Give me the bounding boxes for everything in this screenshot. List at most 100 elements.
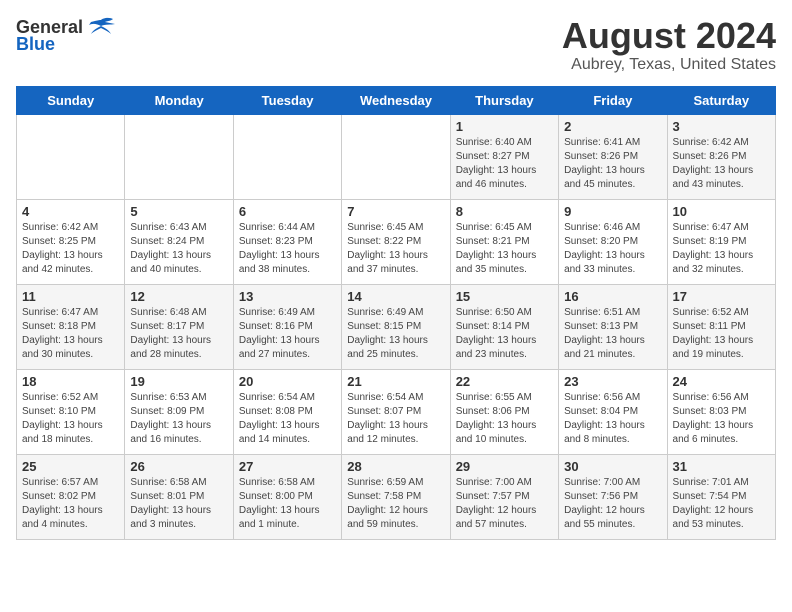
date-number: 14	[347, 289, 444, 304]
cell-details: Sunrise: 6:45 AMSunset: 8:21 PMDaylight:…	[456, 221, 553, 277]
calendar-week-5: 25 Sunrise: 6:57 AMSunset: 8:02 PMDayligh…	[17, 454, 776, 539]
header-row: SundayMondayTuesdayWednesdayThursdayFrid…	[17, 86, 776, 114]
calendar-cell: 4 Sunrise: 6:42 AMSunset: 8:25 PMDaylight…	[17, 199, 125, 284]
header-day-monday: Monday	[125, 86, 233, 114]
calendar-cell: 15 Sunrise: 6:50 AMSunset: 8:14 PMDayligh…	[450, 284, 558, 369]
cell-details: Sunrise: 6:49 AMSunset: 8:16 PMDaylight:…	[239, 306, 336, 362]
calendar-body: 1 Sunrise: 6:40 AMSunset: 8:27 PMDaylight…	[17, 114, 776, 539]
calendar-cell: 7 Sunrise: 6:45 AMSunset: 8:22 PMDaylight…	[342, 199, 450, 284]
cell-details: Sunrise: 6:54 AMSunset: 8:07 PMDaylight:…	[347, 391, 444, 447]
cell-details: Sunrise: 6:42 AMSunset: 8:25 PMDaylight:…	[22, 221, 119, 277]
calendar-week-2: 4 Sunrise: 6:42 AMSunset: 8:25 PMDaylight…	[17, 199, 776, 284]
calendar-cell: 13Sunrise: 6:49 AMSunset: 8:16 PMDayligh…	[233, 284, 341, 369]
calendar-cell: 22 Sunrise: 6:55 AMSunset: 8:06 PMDayligh…	[450, 369, 558, 454]
cell-details: Sunrise: 6:52 AMSunset: 8:11 PMDaylight:…	[673, 306, 770, 362]
calendar-cell: 10Sunrise: 6:47 AMSunset: 8:19 PMDayligh…	[667, 199, 775, 284]
cell-details: Sunrise: 6:56 AMSunset: 8:03 PMDaylight:…	[673, 391, 770, 447]
date-number: 29	[456, 459, 553, 474]
calendar-cell: 8 Sunrise: 6:45 AMSunset: 8:21 PMDaylight…	[450, 199, 558, 284]
calendar-cell: 25 Sunrise: 6:57 AMSunset: 8:02 PMDayligh…	[17, 454, 125, 539]
cell-details: Sunrise: 7:00 AMSunset: 7:56 PMDaylight:…	[564, 476, 661, 532]
cell-details: Sunrise: 6:53 AMSunset: 8:09 PMDaylight:…	[130, 391, 227, 447]
date-number: 5	[130, 204, 227, 219]
header-day-thursday: Thursday	[450, 86, 558, 114]
date-number: 15	[456, 289, 553, 304]
date-number: 1	[456, 119, 553, 134]
cell-details: Sunrise: 6:46 AMSunset: 8:20 PMDaylight:…	[564, 221, 661, 277]
calendar-cell	[17, 114, 125, 199]
date-number: 27	[239, 459, 336, 474]
calendar-cell: 19Sunrise: 6:53 AMSunset: 8:09 PMDayligh…	[125, 369, 233, 454]
cell-details: Sunrise: 7:00 AMSunset: 7:57 PMDaylight:…	[456, 476, 553, 532]
cell-details: Sunrise: 6:58 AMSunset: 8:00 PMDaylight:…	[239, 476, 336, 532]
cell-details: Sunrise: 6:59 AMSunset: 7:58 PMDaylight:…	[347, 476, 444, 532]
date-number: 8	[456, 204, 553, 219]
date-number: 18	[22, 374, 119, 389]
header-day-sunday: Sunday	[17, 86, 125, 114]
date-number: 17	[673, 289, 770, 304]
calendar-cell: 26Sunrise: 6:58 AMSunset: 8:01 PMDayligh…	[125, 454, 233, 539]
calendar-cell: 6Sunrise: 6:44 AMSunset: 8:23 PMDaylight…	[233, 199, 341, 284]
date-number: 24	[673, 374, 770, 389]
cell-details: Sunrise: 6:40 AMSunset: 8:27 PMDaylight:…	[456, 136, 553, 192]
calendar-cell: 2Sunrise: 6:41 AMSunset: 8:26 PMDaylight…	[559, 114, 667, 199]
cell-details: Sunrise: 6:45 AMSunset: 8:22 PMDaylight:…	[347, 221, 444, 277]
cell-details: Sunrise: 6:48 AMSunset: 8:17 PMDaylight:…	[130, 306, 227, 362]
logo-blue-text: Blue	[16, 34, 55, 55]
page-title: August 2024	[562, 16, 776, 56]
calendar-cell	[233, 114, 341, 199]
cell-details: Sunrise: 6:54 AMSunset: 8:08 PMDaylight:…	[239, 391, 336, 447]
calendar-week-4: 18 Sunrise: 6:52 AMSunset: 8:10 PMDayligh…	[17, 369, 776, 454]
header-day-friday: Friday	[559, 86, 667, 114]
date-number: 20	[239, 374, 336, 389]
calendar-cell: 29 Sunrise: 7:00 AMSunset: 7:57 PMDayligh…	[450, 454, 558, 539]
calendar-cell: 9 Sunrise: 6:46 AMSunset: 8:20 PMDaylight…	[559, 199, 667, 284]
calendar-cell: 20 Sunrise: 6:54 AMSunset: 8:08 PMDayligh…	[233, 369, 341, 454]
date-number: 21	[347, 374, 444, 389]
date-number: 25	[22, 459, 119, 474]
cell-details: Sunrise: 6:47 AMSunset: 8:18 PMDaylight:…	[22, 306, 119, 362]
calendar-cell: 24 Sunrise: 6:56 AMSunset: 8:03 PMDayligh…	[667, 369, 775, 454]
logo-bird-icon	[87, 16, 115, 38]
date-number: 28	[347, 459, 444, 474]
calendar-cell	[125, 114, 233, 199]
cell-details: Sunrise: 6:52 AMSunset: 8:10 PMDaylight:…	[22, 391, 119, 447]
calendar-cell: 21 Sunrise: 6:54 AMSunset: 8:07 PMDayligh…	[342, 369, 450, 454]
date-number: 9	[564, 204, 661, 219]
calendar-table: SundayMondayTuesdayWednesdayThursdayFrid…	[16, 86, 776, 540]
date-number: 6	[239, 204, 336, 219]
cell-details: Sunrise: 6:58 AMSunset: 8:01 PMDaylight:…	[130, 476, 227, 532]
calendar-cell: 23Sunrise: 6:56 AMSunset: 8:04 PMDayligh…	[559, 369, 667, 454]
header-day-tuesday: Tuesday	[233, 86, 341, 114]
logo: General Blue	[16, 16, 115, 55]
calendar-cell: 16Sunrise: 6:51 AMSunset: 8:13 PMDayligh…	[559, 284, 667, 369]
calendar-week-3: 11Sunrise: 6:47 AMSunset: 8:18 PMDayligh…	[17, 284, 776, 369]
header-day-saturday: Saturday	[667, 86, 775, 114]
calendar-cell: 11Sunrise: 6:47 AMSunset: 8:18 PMDayligh…	[17, 284, 125, 369]
cell-details: Sunrise: 6:43 AMSunset: 8:24 PMDaylight:…	[130, 221, 227, 277]
calendar-cell: 17 Sunrise: 6:52 AMSunset: 8:11 PMDayligh…	[667, 284, 775, 369]
date-number: 12	[130, 289, 227, 304]
date-number: 2	[564, 119, 661, 134]
date-number: 22	[456, 374, 553, 389]
calendar-cell: 27 Sunrise: 6:58 AMSunset: 8:00 PMDayligh…	[233, 454, 341, 539]
date-number: 30	[564, 459, 661, 474]
date-number: 10	[673, 204, 770, 219]
calendar-week-1: 1 Sunrise: 6:40 AMSunset: 8:27 PMDaylight…	[17, 114, 776, 199]
calendar-cell	[342, 114, 450, 199]
date-number: 4	[22, 204, 119, 219]
cell-details: Sunrise: 6:57 AMSunset: 8:02 PMDaylight:…	[22, 476, 119, 532]
cell-details: Sunrise: 6:49 AMSunset: 8:15 PMDaylight:…	[347, 306, 444, 362]
calendar-header: SundayMondayTuesdayWednesdayThursdayFrid…	[17, 86, 776, 114]
cell-details: Sunrise: 6:56 AMSunset: 8:04 PMDaylight:…	[564, 391, 661, 447]
calendar-cell: 12 Sunrise: 6:48 AMSunset: 8:17 PMDayligh…	[125, 284, 233, 369]
calendar-cell: 30 Sunrise: 7:00 AMSunset: 7:56 PMDayligh…	[559, 454, 667, 539]
cell-details: Sunrise: 6:55 AMSunset: 8:06 PMDaylight:…	[456, 391, 553, 447]
cell-details: Sunrise: 6:50 AMSunset: 8:14 PMDaylight:…	[456, 306, 553, 362]
calendar-cell: 1 Sunrise: 6:40 AMSunset: 8:27 PMDaylight…	[450, 114, 558, 199]
date-number: 3	[673, 119, 770, 134]
date-number: 16	[564, 289, 661, 304]
date-number: 7	[347, 204, 444, 219]
calendar-cell: 18 Sunrise: 6:52 AMSunset: 8:10 PMDayligh…	[17, 369, 125, 454]
calendar-cell: 3Sunrise: 6:42 AMSunset: 8:26 PMDaylight…	[667, 114, 775, 199]
